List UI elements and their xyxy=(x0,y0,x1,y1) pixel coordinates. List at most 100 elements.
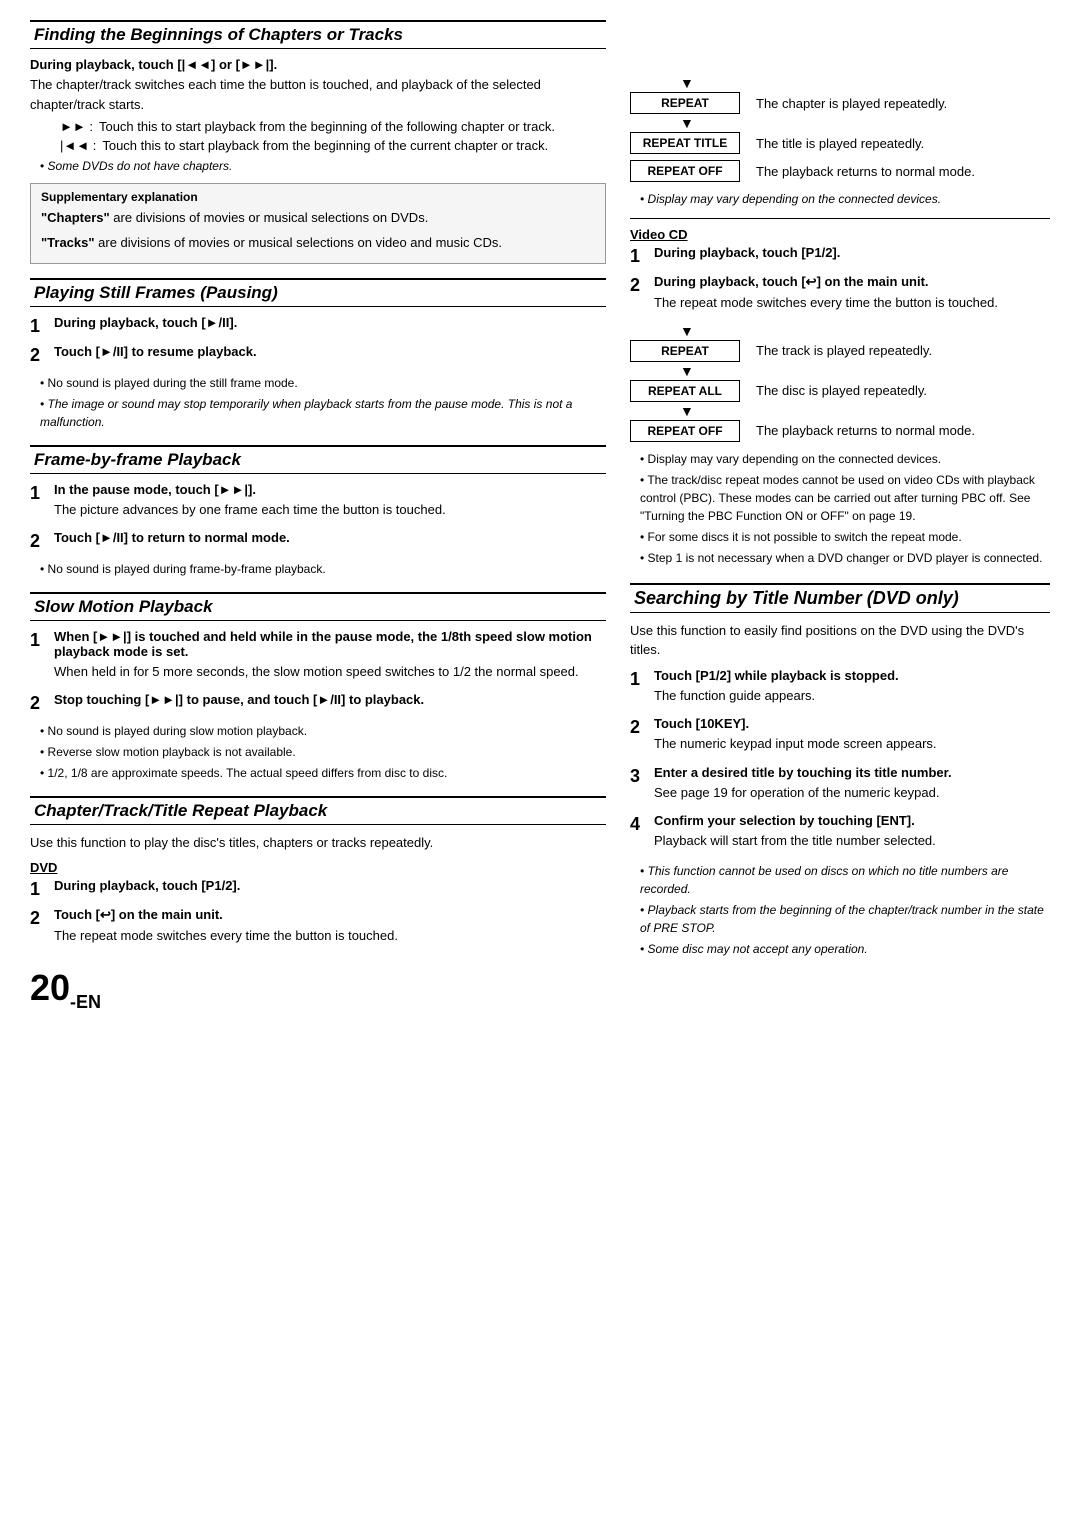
section-title-searching: Searching by Title Number (DVD only) xyxy=(630,583,1050,613)
vcd-repeat-box-label-repeat: REPEAT xyxy=(630,340,740,362)
dvd-label: DVD xyxy=(30,860,606,875)
dvd-repeat-diagram: ▼ REPEAT The chapter is played repeatedl… xyxy=(630,76,1050,208)
step-still-2-label: Touch [►/II] to resume playback. xyxy=(54,344,606,359)
vcd-repeat-desc-all: The disc is played repeatedly. xyxy=(756,383,927,398)
step-frame-1: 1 In the pause mode, touch [►►|]. The pi… xyxy=(30,482,606,525)
step-search-3: 3 Enter a desired title by touching its … xyxy=(630,765,1050,808)
step-dvd-2: 2 Touch [↩] on the main unit. The repeat… xyxy=(30,907,606,951)
arrow-2: ▼ xyxy=(680,116,694,130)
repeat-box-title: REPEAT TITLE The title is played repeate… xyxy=(630,132,924,154)
repeat-desc-repeat: The chapter is played repeatedly. xyxy=(756,96,947,111)
step-dvd-2-desc: The repeat mode switches every time the … xyxy=(54,926,606,946)
slow-bullet-2: Reverse slow motion playback is not avai… xyxy=(40,743,606,761)
step-frame-2: 2 Touch [►/II] to return to normal mode. xyxy=(30,530,606,553)
videocd-section: Video CD 1 During playback, touch [P1/2]… xyxy=(630,218,1050,567)
sup-box-title: Supplementary explanation xyxy=(41,190,595,204)
vcd-arrow-3: ▼ xyxy=(680,404,694,418)
step-search-4: 4 Confirm your selection by touching [EN… xyxy=(630,813,1050,856)
step-slow-1-desc: When held in for 5 more seconds, the slo… xyxy=(54,662,606,682)
section-frame-by-frame: Frame-by-frame Playback 1 In the pause m… xyxy=(30,445,606,578)
step-slow-2: 2 Stop touching [►►|] to pause, and touc… xyxy=(30,692,606,715)
step-still-1: 1 During playback, touch [►/II]. xyxy=(30,315,606,338)
step-vcd-2-desc: The repeat mode switches every time the … xyxy=(654,293,1050,313)
repeat-intro: Use this function to play the disc's tit… xyxy=(30,833,606,853)
vcd-repeat-diagram: ▼ REPEAT The track is played repeatedly.… xyxy=(630,324,1050,444)
vcd-bullet-2: The track/disc repeat modes cannot be us… xyxy=(640,471,1050,525)
vcd-bullet-3: For some discs it is not possible to swi… xyxy=(640,528,1050,546)
step-search-4-label: Confirm your selection by touching [ENT]… xyxy=(654,813,1050,828)
searching-intro: Use this function to easily find positio… xyxy=(630,621,1050,660)
vcd-bullet-4: Step 1 is not necessary when a DVD chang… xyxy=(640,549,1050,567)
arrow-1: ▼ xyxy=(680,76,694,90)
playback-desc-finding: The chapter/track switches each time the… xyxy=(30,75,606,114)
frame-bullet-1: No sound is played during frame-by-frame… xyxy=(40,560,606,578)
section-title-frame: Frame-by-frame Playback xyxy=(30,445,606,474)
step-search-1-label: Touch [P1/2] while playback is stopped. xyxy=(654,668,1050,683)
step-vcd-2-label: During playback, touch [↩] on the main u… xyxy=(654,274,1050,290)
search-bullet-1: This function cannot be used on discs on… xyxy=(640,862,1050,898)
section-slow-motion: Slow Motion Playback 1 When [►►|] is tou… xyxy=(30,592,606,782)
vcd-repeat-box-repeat: REPEAT The track is played repeatedly. xyxy=(630,340,932,362)
section-chapter-repeat: Chapter/Track/Title Repeat Playback Use … xyxy=(30,796,606,951)
section-finding-chapters: Finding the Beginnings of Chapters or Tr… xyxy=(30,20,606,264)
section-title-finding-chapters: Finding the Beginnings of Chapters or Tr… xyxy=(30,20,606,49)
step-search-1-desc: The function guide appears. xyxy=(654,686,1050,706)
section-title-repeat: Chapter/Track/Title Repeat Playback xyxy=(30,796,606,825)
step-frame-1-desc: The picture advances by one frame each t… xyxy=(54,500,606,520)
vcd-arrow-1: ▼ xyxy=(680,324,694,338)
step-frame-2-label: Touch [►/II] to return to normal mode. xyxy=(54,530,606,545)
page-number: 20-EN xyxy=(30,967,606,1013)
search-bullet-3: Some disc may not accept any operation. xyxy=(640,940,1050,958)
arrow-item-back: |◄◄ : Touch this to start playback from … xyxy=(60,138,606,153)
arrow-item-forward: ►► : Touch this to start playback from t… xyxy=(60,119,606,134)
step-vcd-2: 2 During playback, touch [↩] on the main… xyxy=(630,274,1050,318)
still-bullet-2: The image or sound may stop temporarily … xyxy=(40,395,606,431)
slow-bullet-3: 1/2, 1/8 are approximate speeds. The act… xyxy=(40,764,606,782)
repeat-box-label-off: REPEAT OFF xyxy=(630,160,740,182)
sup-line-tracks: "Tracks" are divisions of movies or musi… xyxy=(41,233,595,253)
repeat-box-label-repeat: REPEAT xyxy=(630,92,740,114)
step-search-2-desc: The numeric keypad input mode screen app… xyxy=(654,734,1050,754)
repeat-desc-off: The playback returns to normal mode. xyxy=(756,164,975,179)
step-still-1-label: During playback, touch [►/II]. xyxy=(54,315,606,330)
step-still-2: 2 Touch [►/II] to resume playback. xyxy=(30,344,606,367)
vcd-repeat-box-label-all: REPEAT ALL xyxy=(630,380,740,402)
repeat-box-label-title: REPEAT TITLE xyxy=(630,132,740,154)
step-frame-1-label: In the pause mode, touch [►►|]. xyxy=(54,482,606,497)
vcd-repeat-box-off: REPEAT OFF The playback returns to norma… xyxy=(630,420,975,442)
still-bullet-1: No sound is played during the still fram… xyxy=(40,374,606,392)
vcd-repeat-desc-repeat: The track is played repeatedly. xyxy=(756,343,932,358)
forward-text: Touch this to start playback from the be… xyxy=(99,119,555,134)
section-title-slow: Slow Motion Playback xyxy=(30,592,606,621)
vcd-arrow-2: ▼ xyxy=(680,364,694,378)
vcd-repeat-desc-off: The playback returns to normal mode. xyxy=(756,423,975,438)
back-symbol: |◄◄ : xyxy=(60,138,96,153)
supplementary-box: Supplementary explanation "Chapters" are… xyxy=(30,183,606,264)
step-slow-2-label: Stop touching [►►|] to pause, and touch … xyxy=(54,692,606,707)
step-search-3-desc: See page 19 for operation of the numeric… xyxy=(654,783,1050,803)
section-title-playing-still: Playing Still Frames (Pausing) xyxy=(30,278,606,307)
back-text: Touch this to start playback from the be… xyxy=(102,138,548,153)
step-search-3-label: Enter a desired title by touching its ti… xyxy=(654,765,1050,780)
dvd-display-note: Display may vary depending on the connec… xyxy=(640,190,1050,208)
playback-label-finding: During playback, touch [|◄◄] or [►►|]. xyxy=(30,57,606,72)
sup-line-chapters: "Chapters" are divisions of movies or mu… xyxy=(41,208,595,228)
step-dvd-1-label: During playback, touch [P1/2]. xyxy=(54,878,606,893)
repeat-desc-title: The title is played repeatedly. xyxy=(756,136,924,151)
step-search-2-label: Touch [10KEY]. xyxy=(654,716,1050,731)
repeat-box-off: REPEAT OFF The playback returns to norma… xyxy=(630,160,975,182)
step-search-2: 2 Touch [10KEY]. The numeric keypad inpu… xyxy=(630,716,1050,759)
vcd-repeat-box-label-off: REPEAT OFF xyxy=(630,420,740,442)
search-bullet-2: Playback starts from the beginning of th… xyxy=(640,901,1050,937)
finding-note: Some DVDs do not have chapters. xyxy=(40,157,606,175)
repeat-box-repeat: REPEAT The chapter is played repeatedly. xyxy=(630,92,947,114)
vcd-bullet-1: Display may vary depending on the connec… xyxy=(640,450,1050,468)
step-vcd-1: 1 During playback, touch [P1/2]. xyxy=(630,245,1050,268)
section-playing-still: Playing Still Frames (Pausing) 1 During … xyxy=(30,278,606,431)
videocd-label: Video CD xyxy=(630,227,1050,242)
step-search-1: 1 Touch [P1/2] while playback is stopped… xyxy=(630,668,1050,711)
step-vcd-1-label: During playback, touch [P1/2]. xyxy=(654,245,1050,260)
forward-symbol: ►► : xyxy=(60,119,93,134)
step-dvd-1: 1 During playback, touch [P1/2]. xyxy=(30,878,606,901)
section-searching-title: Searching by Title Number (DVD only) Use… xyxy=(630,583,1050,958)
